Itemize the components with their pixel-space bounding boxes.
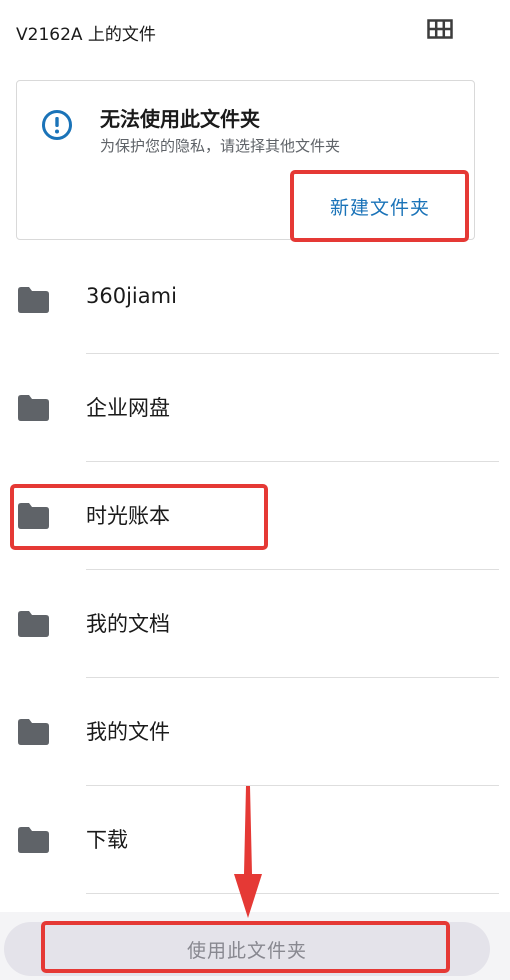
new-folder-button[interactable]: 新建文件夹	[291, 173, 469, 239]
notice-title: 无法使用此文件夹	[100, 107, 260, 131]
folder-label: 360jiami	[86, 284, 177, 308]
folder-icon	[18, 611, 49, 637]
grid-view-button[interactable]	[426, 17, 454, 41]
folder-label: 企业网盘	[86, 396, 170, 420]
info-icon	[42, 110, 72, 140]
page-title: V2162A 上的文件	[16, 25, 156, 45]
folder-label: 下载	[86, 828, 128, 852]
use-folder-button[interactable]: 使用此文件夹	[4, 922, 490, 976]
folder-row[interactable]: 我的文件	[0, 678, 510, 786]
folder-icon	[18, 395, 49, 421]
folder-row[interactable]: 企业网盘	[0, 354, 510, 462]
folder-icon	[18, 719, 49, 745]
notice-subtitle: 为保护您的隐私，请选择其他文件夹	[100, 137, 341, 155]
arrow-down-icon	[234, 786, 262, 918]
app-header: V2162A 上的文件	[0, 0, 510, 62]
folder-row[interactable]: 时光账本	[0, 462, 510, 570]
folder-row[interactable]: 360jiami	[0, 246, 510, 354]
folder-icon	[18, 503, 49, 529]
folder-icon	[18, 827, 49, 853]
folder-label: 我的文件	[86, 720, 170, 744]
folder-row[interactable]: 我的文档	[0, 570, 510, 678]
folder-label: 我的文档	[86, 612, 170, 636]
folder-restricted-notice: 无法使用此文件夹 为保护您的隐私，请选择其他文件夹 新建文件夹	[16, 80, 475, 240]
grid-view-icon	[427, 19, 453, 39]
divider	[86, 893, 499, 894]
folder-label: 时光账本	[86, 504, 170, 528]
folder-icon	[18, 287, 49, 313]
